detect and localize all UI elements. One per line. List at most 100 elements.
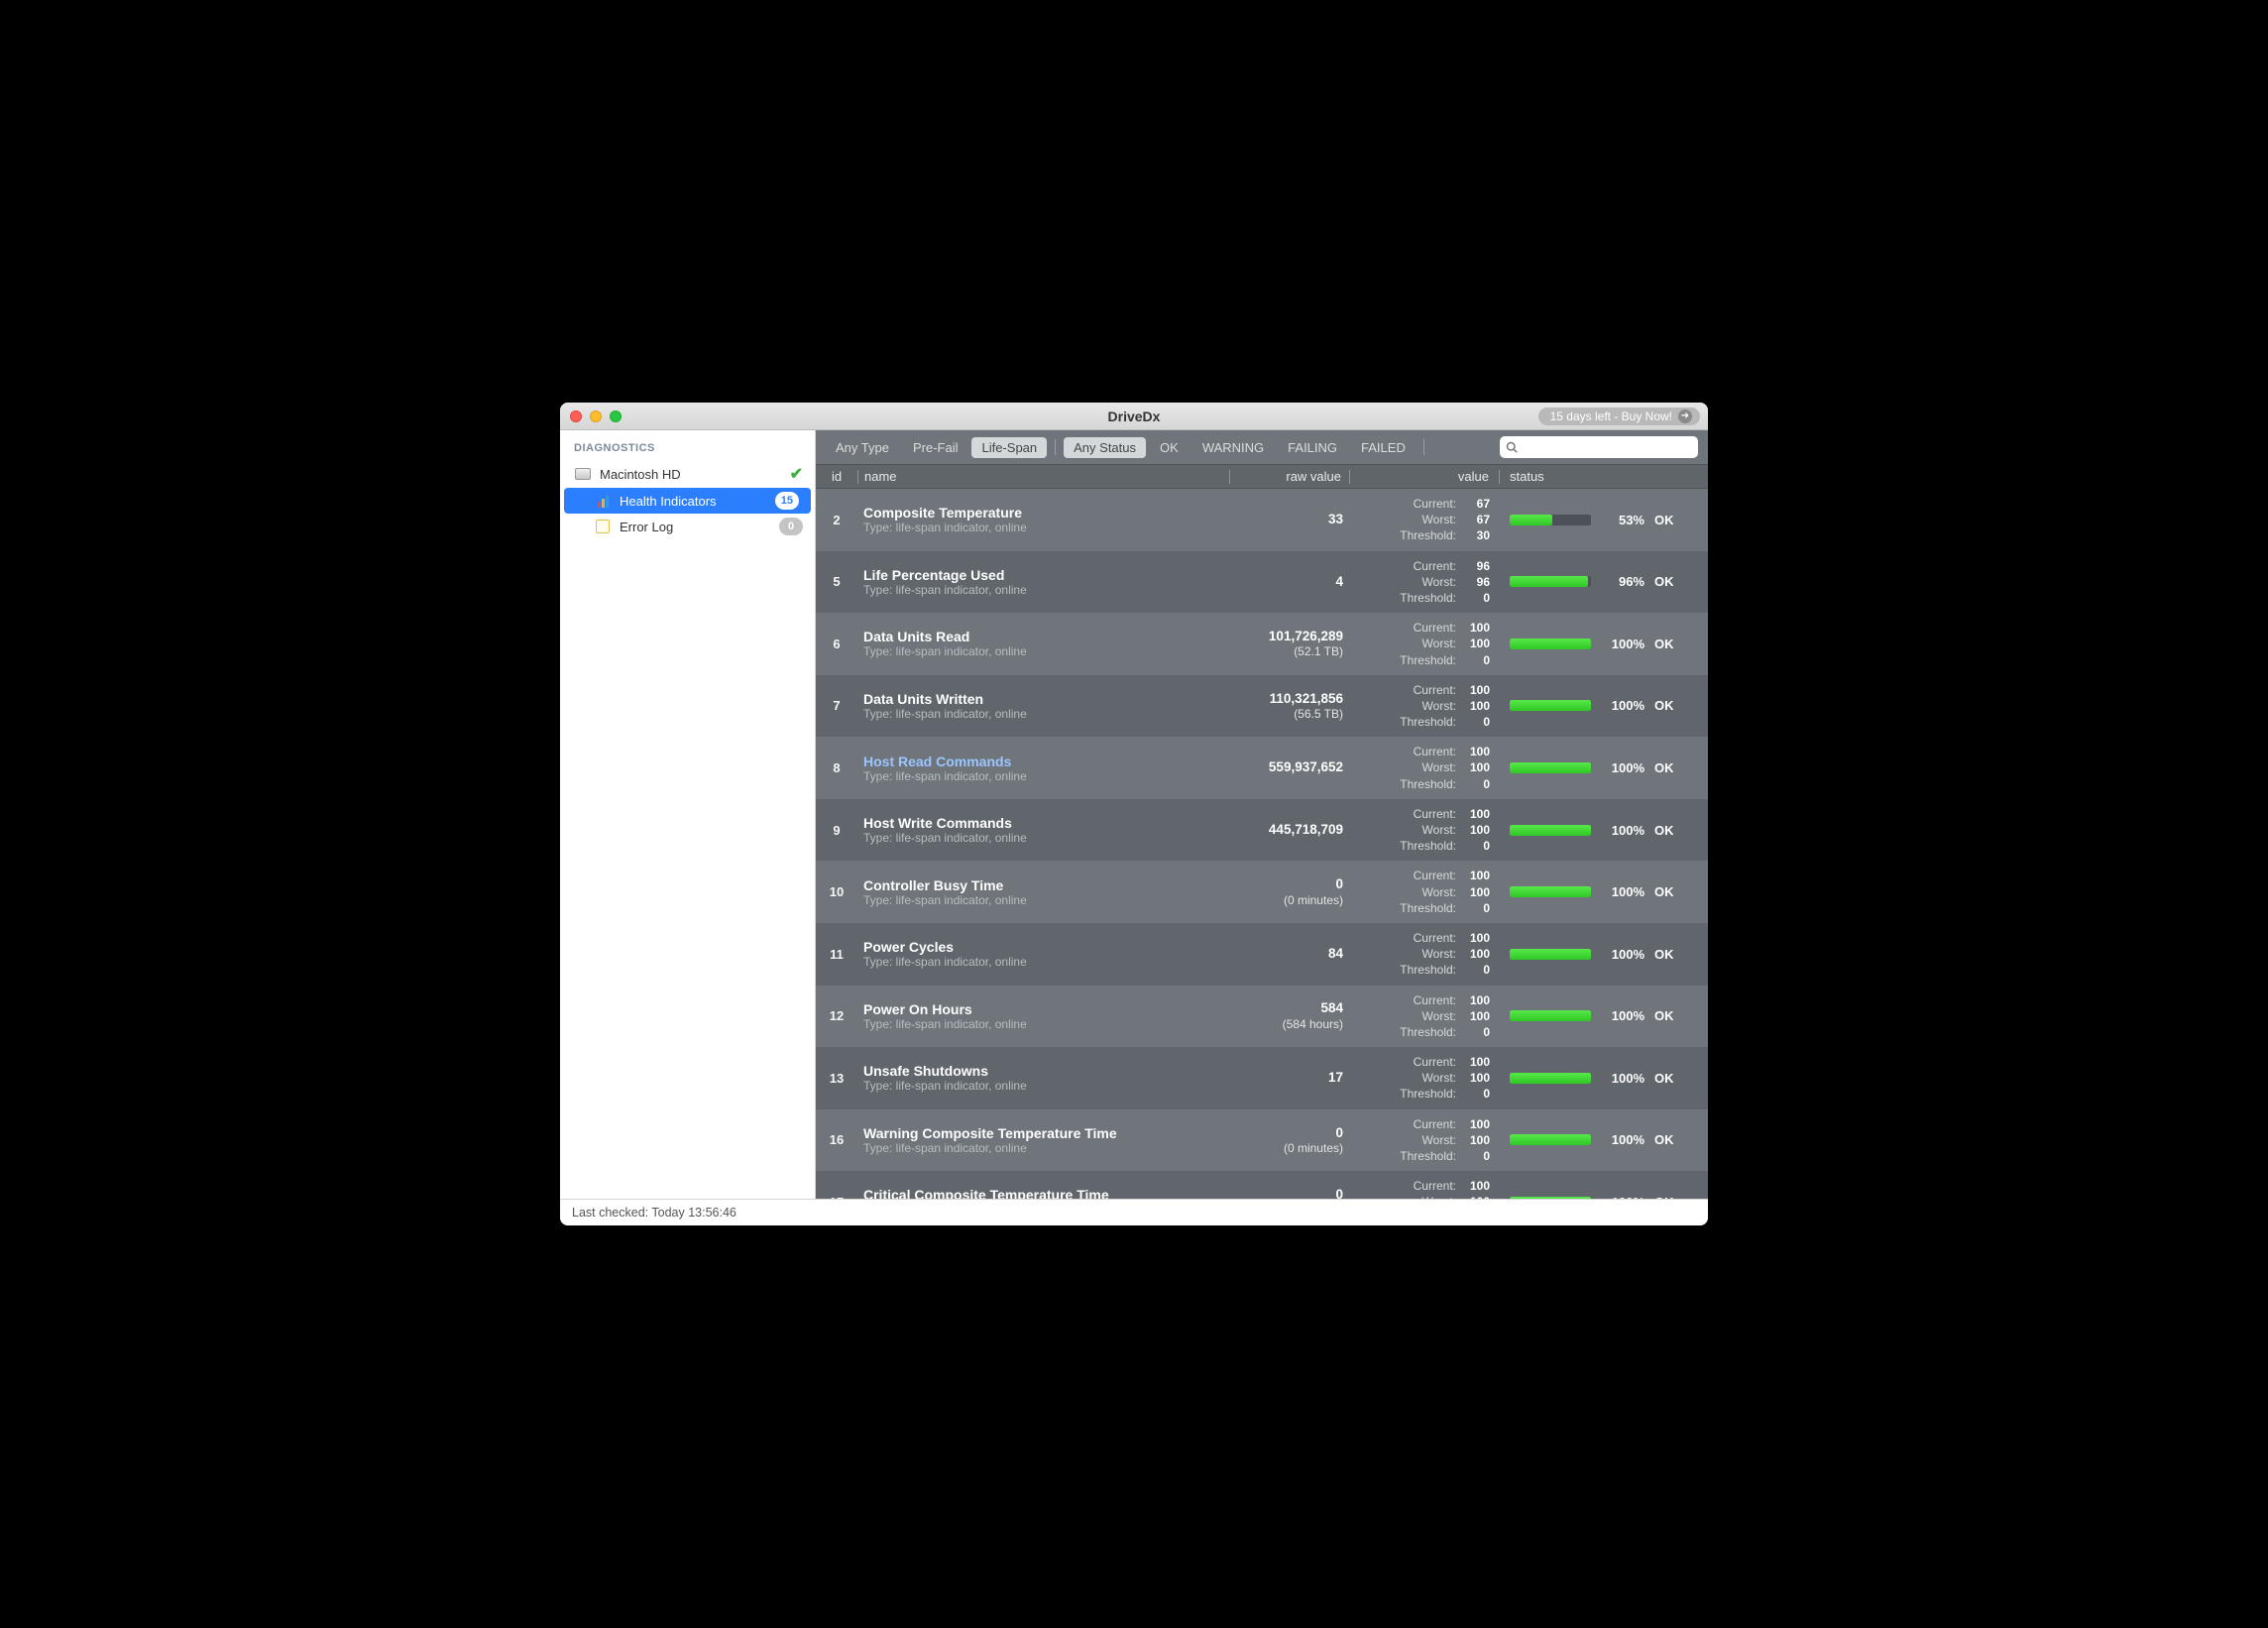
close-icon[interactable] xyxy=(570,410,582,422)
table-row[interactable]: 7Data Units WrittenType: life-span indic… xyxy=(816,675,1708,738)
indicator-subtype: Type: life-span indicator, online xyxy=(863,644,1232,658)
log-icon xyxy=(594,520,612,533)
indicator-subtype: Type: life-span indicator, online xyxy=(863,1017,1232,1031)
table-header: id name raw value value status xyxy=(816,464,1708,489)
indicator-name: Warning Composite Temperature Time xyxy=(863,1125,1232,1141)
percent-label: 100% xyxy=(1601,1132,1644,1147)
cell-name: Composite TemperatureType: life-span ind… xyxy=(857,505,1232,534)
cell-raw-value: 584(584 hours) xyxy=(1232,1000,1351,1031)
table-row[interactable]: 8Host Read CommandsType: life-span indic… xyxy=(816,737,1708,799)
cell-id: 9 xyxy=(816,823,857,838)
cell-name: Controller Busy TimeType: life-span indi… xyxy=(857,877,1232,907)
main-panel: Any TypePre-FailLife-SpanAny StatusOKWAR… xyxy=(816,430,1708,1199)
filter-status-failed[interactable]: FAILED xyxy=(1351,437,1416,458)
cell-raw-value: 110,321,856(56.5 TB) xyxy=(1232,691,1351,722)
cell-id: 8 xyxy=(816,760,857,775)
app-window: DriveDx 15 days left - Buy Now! ➜ DIAGNO… xyxy=(560,403,1708,1225)
status-label: OK xyxy=(1654,823,1680,838)
indicator-name: Host Write Commands xyxy=(863,815,1232,831)
filter-status-any-status[interactable]: Any Status xyxy=(1064,437,1146,458)
minimize-icon[interactable] xyxy=(590,410,602,422)
indicator-name: Controller Busy Time xyxy=(863,877,1232,893)
cell-status: 96%OK xyxy=(1500,574,1708,589)
status-label: OK xyxy=(1654,513,1680,527)
table-row[interactable]: 16Warning Composite Temperature TimeType… xyxy=(816,1109,1708,1172)
percent-label: 100% xyxy=(1601,947,1644,962)
cell-status: 100%OK xyxy=(1500,1071,1708,1086)
col-raw-value[interactable]: raw value xyxy=(1230,469,1349,484)
cell-value: Current:100Worst:100Threshold:0 xyxy=(1351,682,1500,731)
filter-type-life-span[interactable]: Life-Span xyxy=(971,437,1047,458)
filter-status-failing[interactable]: FAILING xyxy=(1278,437,1347,458)
sidebar-item-label: Error Log xyxy=(620,520,673,534)
buy-now-label: 15 days left - Buy Now! xyxy=(1550,409,1672,423)
cell-status: 53% OK xyxy=(1500,513,1708,527)
cell-value: Current:100Worst:100Threshold:0 xyxy=(1351,806,1500,855)
filter-type-pre-fail[interactable]: Pre-Fail xyxy=(903,437,968,458)
indicator-name: Data Units Read xyxy=(863,629,1232,644)
percent-label: 100% xyxy=(1601,637,1644,651)
percent-label: 53% xyxy=(1601,513,1644,527)
search-input[interactable] xyxy=(1500,436,1698,458)
progress-bar xyxy=(1510,1134,1591,1145)
status-label: OK xyxy=(1654,698,1680,713)
col-name[interactable]: name xyxy=(858,469,1229,484)
filter-status-warning[interactable]: WARNING xyxy=(1192,437,1274,458)
percent-label: 100% xyxy=(1601,760,1644,775)
cell-status: 100%OK xyxy=(1500,1008,1708,1023)
buy-now-button[interactable]: 15 days left - Buy Now! ➜ xyxy=(1538,407,1700,425)
table-row[interactable]: 11Power CyclesType: life-span indicator,… xyxy=(816,923,1708,986)
table-row[interactable]: 17Critical Composite Temperature TimeTyp… xyxy=(816,1171,1708,1199)
sidebar-item-drive[interactable]: Macintosh HD ✔ xyxy=(560,460,815,488)
table-row[interactable]: 6Data Units ReadType: life-span indicato… xyxy=(816,613,1708,675)
hard-drive-icon xyxy=(574,467,592,481)
cell-value: Current:100Worst:100Threshold:0 xyxy=(1351,744,1500,792)
titlebar: DriveDx 15 days left - Buy Now! ➜ xyxy=(560,403,1708,430)
table-row[interactable]: 12Power On HoursType: life-span indicato… xyxy=(816,986,1708,1048)
indicator-name: Host Read Commands xyxy=(863,754,1232,769)
cell-id: 7 xyxy=(816,698,857,713)
cell-raw-value: 33 xyxy=(1232,512,1351,527)
status-label: OK xyxy=(1654,884,1680,899)
cell-name: Critical Composite Temperature TimeType:… xyxy=(857,1187,1232,1199)
col-id[interactable]: id xyxy=(816,469,857,484)
percent-label: 100% xyxy=(1601,823,1644,838)
table-row[interactable]: 13Unsafe ShutdownsType: life-span indica… xyxy=(816,1047,1708,1109)
sidebar-item-health-indicators[interactable]: Health Indicators 15 xyxy=(564,488,811,514)
filter-type-any-type[interactable]: Any Type xyxy=(826,437,899,458)
col-value[interactable]: value xyxy=(1350,469,1499,484)
indicator-subtype: Type: life-span indicator, online xyxy=(863,893,1232,907)
status-label: OK xyxy=(1654,1071,1680,1086)
filter-status-ok[interactable]: OK xyxy=(1150,437,1189,458)
cell-id: 13 xyxy=(816,1071,857,1086)
table-row[interactable]: 2Composite TemperatureType: life-span in… xyxy=(816,489,1708,551)
col-status[interactable]: status xyxy=(1500,469,1708,484)
zoom-icon[interactable] xyxy=(610,410,622,422)
indicator-name: Power On Hours xyxy=(863,1001,1232,1017)
filter-bar: Any TypePre-FailLife-Span Any StatusOKWAR… xyxy=(816,430,1708,464)
sidebar-header: DIAGNOSTICS xyxy=(560,438,815,460)
filter-separator xyxy=(1055,439,1056,455)
percent-label: 96% xyxy=(1601,574,1644,589)
count-badge: 0 xyxy=(779,518,803,535)
indicator-name: Critical Composite Temperature Time xyxy=(863,1187,1232,1199)
cell-value: Current:100Worst:100Threshold:0 xyxy=(1351,868,1500,916)
indicator-name: Unsafe Shutdowns xyxy=(863,1063,1232,1079)
indicator-name: Power Cycles xyxy=(863,939,1232,955)
progress-bar xyxy=(1510,639,1591,649)
status-label: OK xyxy=(1654,637,1680,651)
table-row[interactable]: 5Life Percentage UsedType: life-span ind… xyxy=(816,551,1708,614)
cell-status: 100% OK xyxy=(1500,637,1708,651)
progress-bar xyxy=(1510,1010,1591,1021)
cell-status: 100%OK xyxy=(1500,760,1708,775)
cell-raw-value: 17 xyxy=(1232,1070,1351,1086)
table-row[interactable]: 10Controller Busy TimeType: life-span in… xyxy=(816,861,1708,923)
table-row[interactable]: 9Host Write CommandsType: life-span indi… xyxy=(816,799,1708,862)
cell-id: 2 xyxy=(816,513,857,527)
bars-icon xyxy=(594,494,612,508)
indicator-name: Composite Temperature xyxy=(863,505,1232,521)
sidebar-item-error-log[interactable]: Error Log 0 xyxy=(560,514,815,539)
cell-id: 11 xyxy=(816,947,857,962)
cell-name: Host Read CommandsType: life-span indica… xyxy=(857,754,1232,783)
cell-name: Data Units WrittenType: life-span indica… xyxy=(857,691,1232,721)
